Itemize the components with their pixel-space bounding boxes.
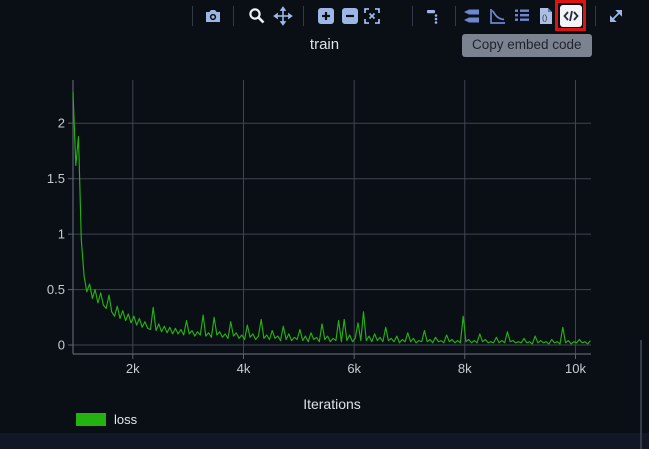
legend-item-loss[interactable]: loss xyxy=(76,412,137,427)
x-tick-label: 2k xyxy=(126,361,140,376)
toolbar-separator xyxy=(303,6,304,26)
x-axis-title: Iterations xyxy=(73,396,591,412)
fullscreen-icon[interactable] xyxy=(606,6,626,26)
y-tick-label: 1.5 xyxy=(47,171,65,186)
panel: () Copy embed code train xyxy=(0,0,649,449)
panel-divider xyxy=(640,340,642,449)
y-tick-label: 1 xyxy=(58,227,65,242)
toolbar-separator xyxy=(412,6,413,26)
x-tick-label: 8k xyxy=(458,361,472,376)
legend-swatch xyxy=(76,413,106,426)
embed-code-icon[interactable] xyxy=(560,5,582,27)
x-tick-label: 4k xyxy=(237,361,251,376)
autoscale-icon[interactable] xyxy=(362,6,382,26)
toolbar-separator xyxy=(455,6,456,26)
bottom-panel-bar xyxy=(0,433,649,449)
toolbar-separator xyxy=(595,6,596,26)
zoom-icon[interactable] xyxy=(247,6,267,26)
chart-title: train xyxy=(0,36,649,53)
y-tick-label: 0 xyxy=(58,338,65,353)
zoom-out-icon[interactable] xyxy=(340,6,360,26)
zoom-in-icon[interactable] xyxy=(316,6,336,26)
legend-label: loss xyxy=(114,412,137,427)
loss-chart: 2k 4k 6k 8k 10k 0 0.5 1 1.5 2 xyxy=(0,60,649,390)
toolbar-separator xyxy=(192,6,193,26)
toolbar-separator xyxy=(233,6,234,26)
toggle-bars-icon[interactable] xyxy=(462,6,482,26)
pan-icon[interactable] xyxy=(273,6,293,26)
x-tick-label: 10k xyxy=(565,361,586,376)
list-icon[interactable] xyxy=(512,6,532,26)
x-tick-label: 6k xyxy=(347,361,361,376)
y-tick-label: 2 xyxy=(58,116,65,131)
spikelines-icon[interactable] xyxy=(424,6,444,26)
plot-area[interactable] xyxy=(73,80,591,354)
log-scale-icon[interactable] xyxy=(487,6,507,26)
camera-icon[interactable] xyxy=(203,6,223,26)
svg-text:(): () xyxy=(542,14,548,23)
data-file-icon[interactable]: () xyxy=(536,6,556,26)
chart-toolbar: () xyxy=(0,0,649,32)
y-tick-label: 0.5 xyxy=(47,282,65,297)
